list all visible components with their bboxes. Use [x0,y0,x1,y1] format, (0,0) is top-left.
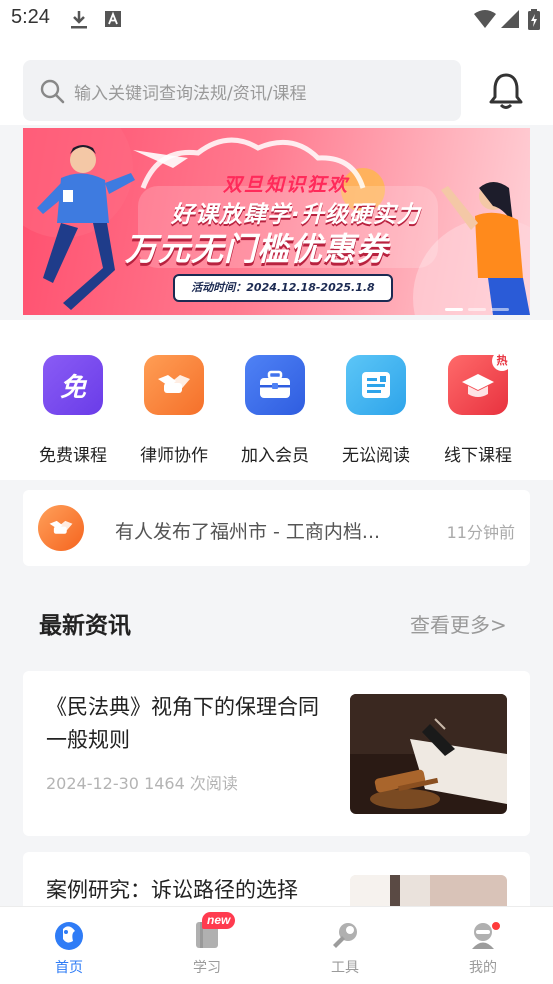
graduation-cap-icon: 热 [448,351,512,415]
article-title: 《民法典》视角下的保理合同一般规则 [46,695,319,752]
activity-notice[interactable]: 有人发布了福州市 - 工商内档... 11分钟前 [23,490,530,566]
tab-home[interactable]: 首页 [34,919,104,977]
section-title: 最新资讯 [39,613,131,639]
banner-line-3: 万元无门槛优惠券 [125,230,390,268]
quick-entry-label: 免费课程 [39,446,107,466]
free-badge-icon: 免 [43,355,103,415]
quick-entry-label: 律师协作 [140,446,208,466]
briefcase-glyph [260,370,290,398]
article-card[interactable]: 《民法典》视角下的保理合同一般规则 2024-12-30 1464 次阅读 [23,671,530,836]
see-more-link[interactable]: 查看更多> [410,609,507,638]
article-thumbnail [350,694,507,814]
handshake-icon [144,355,204,415]
quick-entry-membership[interactable]: 加入会员 [225,355,325,466]
font-app-icon [105,11,121,27]
article-meta: 2024-12-30 1464 次阅读 [46,774,238,793]
banner-line-1: 双旦知识狂欢 [223,174,350,196]
bottom-tab-bar: 首页 学习 new 工具 我的 [0,906,553,984]
banner-dot[interactable] [468,308,486,311]
promo-banner[interactable]: 双旦知识狂欢 好课放肆学·升级硬实力 万元无门槛优惠券 活动时间：2024.12… [23,128,530,315]
banner-date: 活动时间：2024.12.18-2025.1.8 [173,274,393,302]
download-icon [71,11,87,29]
tab-tools[interactable]: 工具 [310,919,380,977]
status-bar: 5:24 [0,0,553,40]
notice-text: 有人发布了福州市 - 工商内档... [115,521,381,543]
header: 输入关键词查询法规/资讯/课程 [0,40,553,125]
tab-label: 我的 [469,960,497,976]
reading-card-icon [346,355,406,415]
new-badge: new [202,912,236,929]
signal-icon [501,10,519,28]
banner-dot[interactable] [491,308,509,311]
quick-entry-label: 加入会员 [241,446,309,466]
tab-label: 工具 [331,960,359,976]
quick-entry-label: 无讼阅读 [342,446,410,466]
briefcase-icon [245,355,305,415]
quick-entry-free-courses[interactable]: 免 免费课程 [23,355,123,466]
article-title: 案例研究：诉讼路径的选择 [46,878,298,902]
quick-entry-lawyer-collab[interactable]: 律师协作 [124,355,224,466]
home-glyph [55,922,83,950]
search-input[interactable]: 输入关键词查询法规/资讯/课程 [23,60,461,121]
quick-entry-label: 线下课程 [444,446,512,466]
tab-label: 学习 [193,960,221,976]
notification-dot [491,921,501,931]
quick-entry-reading[interactable]: 无讼阅读 [326,355,426,466]
tab-label: 首页 [55,960,83,976]
hot-badge: 热 [492,351,512,371]
quick-entry-grid: 免 免费课程 律师协作 加入会员 无讼阅读 热 线下课程 [0,320,553,480]
free-badge-glyph: 免 [59,372,86,403]
banner-pagination [445,296,514,315]
handshake-icon [38,505,84,551]
reading-card-glyph [362,372,390,398]
search-placeholder: 输入关键词查询法规/资讯/课程 [74,84,307,104]
wifi-icon [474,10,496,28]
tab-profile[interactable]: 我的 [448,919,518,977]
graduation-cap-glyph [462,374,494,397]
banner-dot[interactable] [445,308,463,311]
status-time: 5:24 [11,6,50,28]
quick-entry-offline-courses[interactable]: 热 线下课程 [428,351,528,466]
notice-time: 11分钟前 [446,523,515,542]
search-icon [40,79,65,104]
bell-icon[interactable] [489,72,523,110]
home-icon [53,919,85,951]
battery-icon [528,9,540,30]
gavel-photo [350,694,507,814]
handshake-glyph [49,520,73,534]
handshake-glyph [158,375,190,393]
wrench-icon [329,919,361,951]
wrench-glyph [333,923,357,948]
